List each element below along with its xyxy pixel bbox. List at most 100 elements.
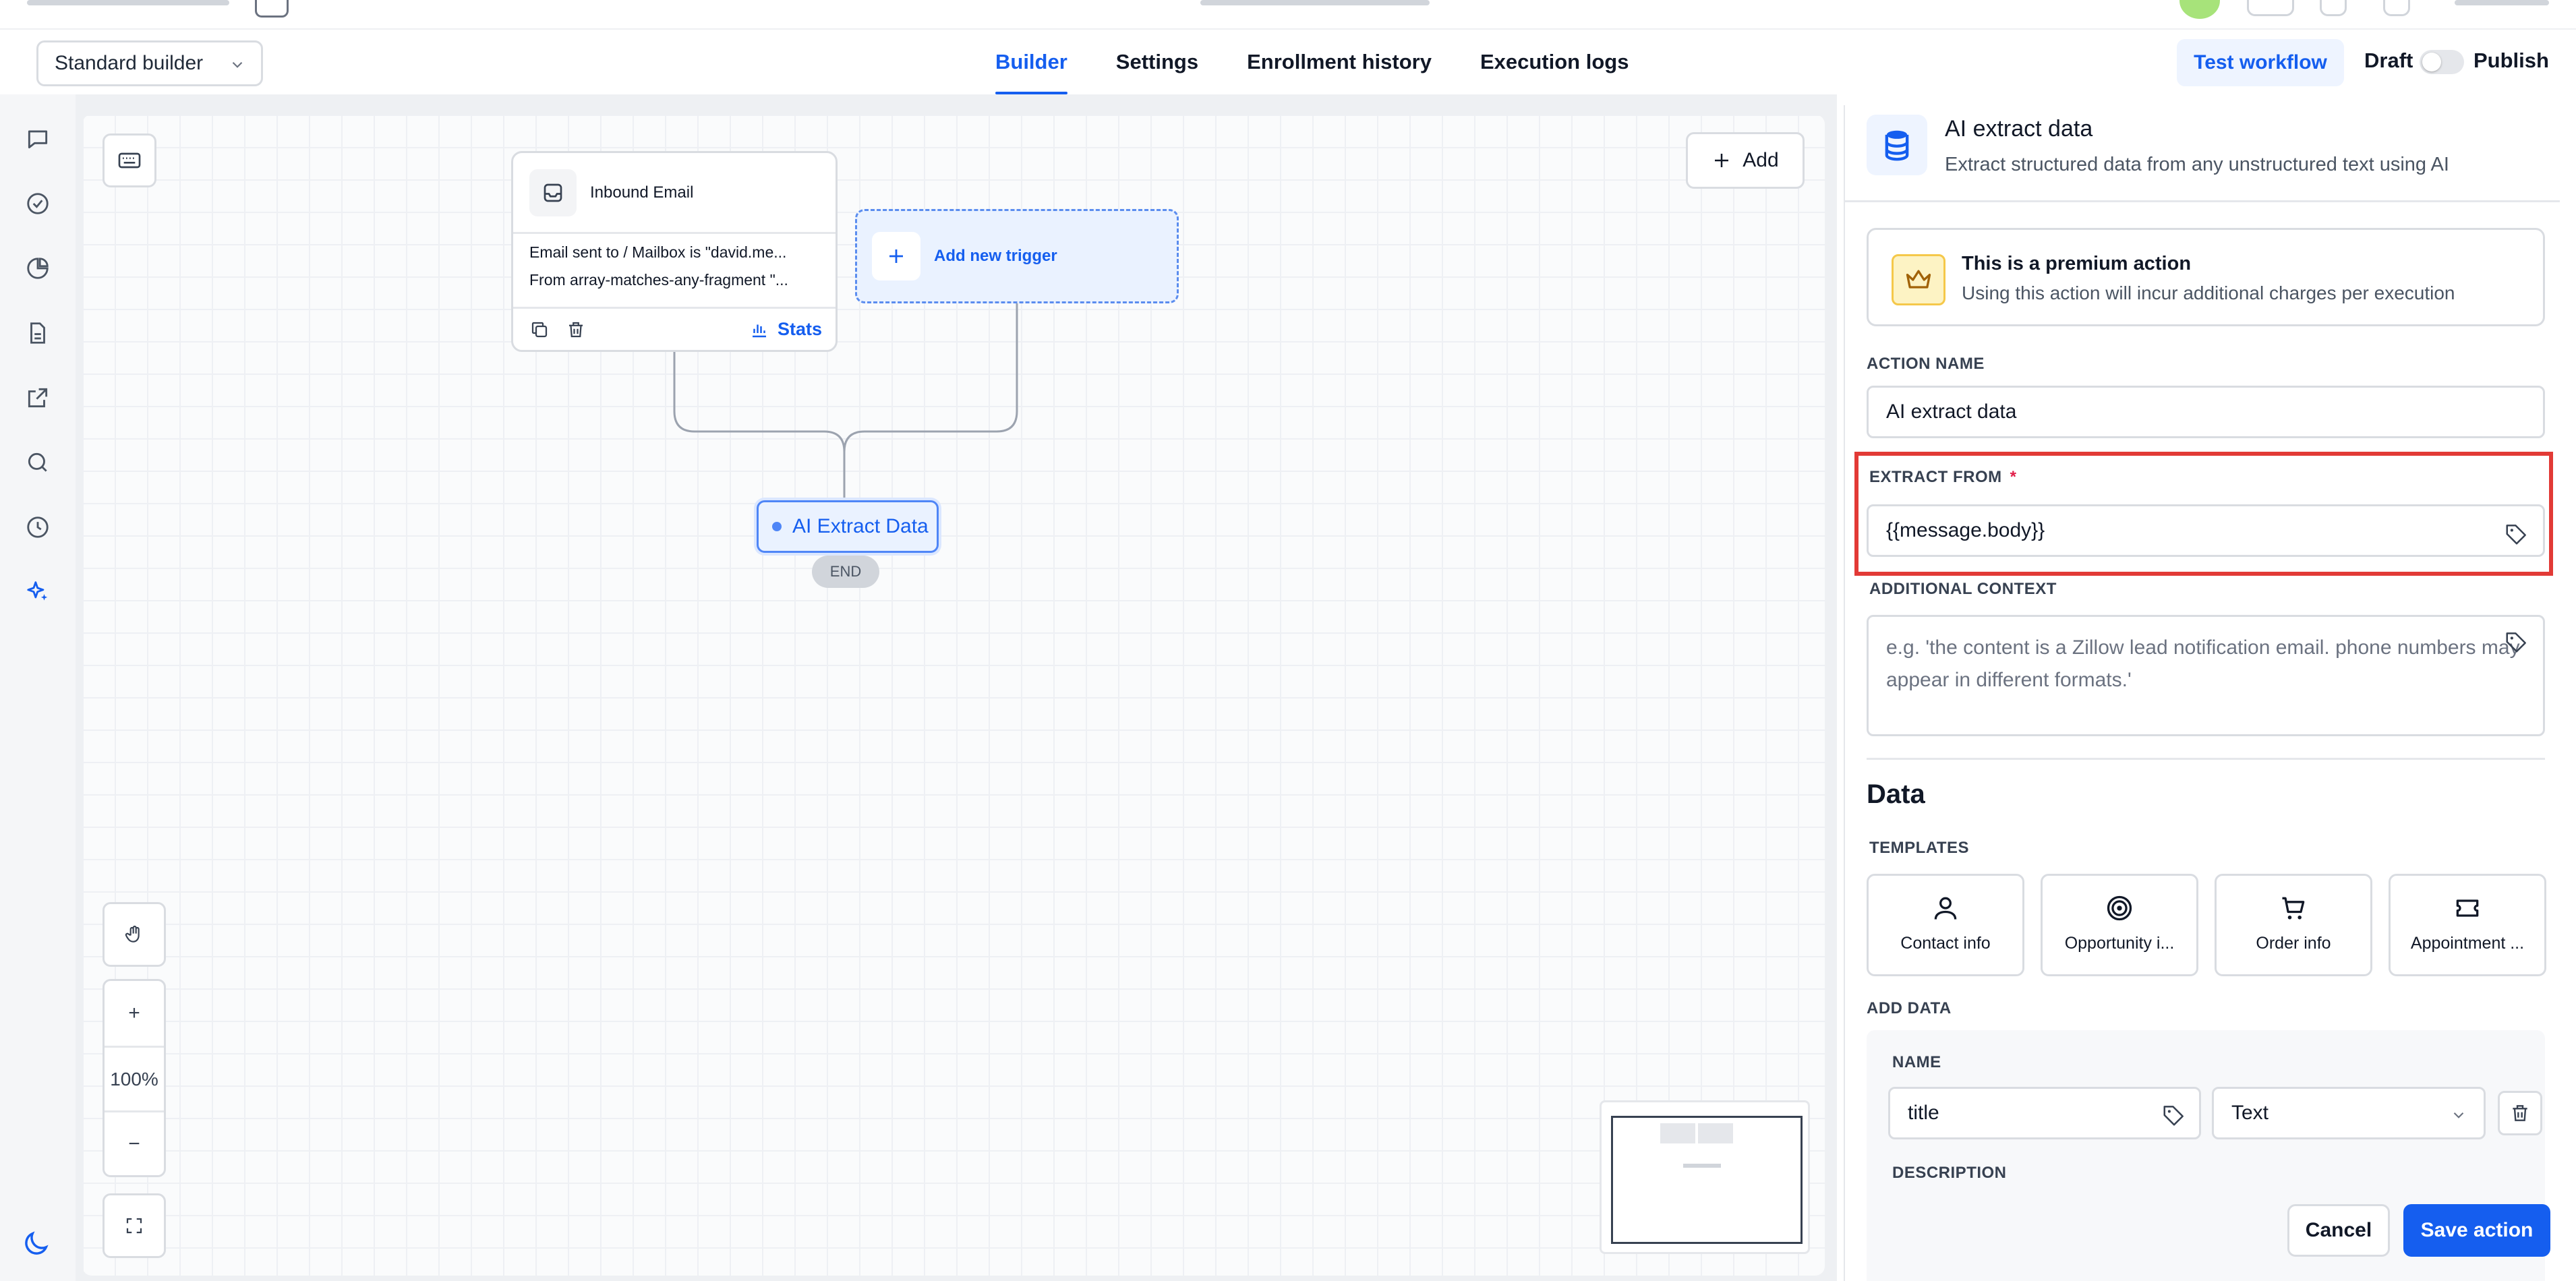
minimap-node [1683, 1164, 1721, 1168]
trash-icon[interactable] [566, 320, 586, 340]
publish-label: Publish [2473, 49, 2549, 72]
zoom-out-button[interactable]: − [105, 1110, 164, 1175]
builder-mode-value: Standard builder [55, 52, 204, 74]
builder-mode-select[interactable]: Standard builder [36, 40, 263, 86]
chevron-down-icon [232, 61, 243, 68]
test-workflow-button[interactable]: Test workflow [2177, 39, 2344, 86]
add-node-button[interactable]: Add [1686, 132, 1805, 189]
add-node-label: Add [1743, 149, 1779, 171]
redo-icon[interactable] [2383, 0, 2410, 16]
pie-chart-icon[interactable] [23, 254, 53, 283]
share-icon[interactable] [2247, 0, 2294, 16]
node-status-dot [772, 522, 782, 531]
tag-icon[interactable] [2504, 629, 2529, 655]
search-icon[interactable] [23, 448, 53, 477]
dark-mode-moon-icon[interactable] [20, 1228, 51, 1263]
additional-context-textarea[interactable]: e.g. 'the content is a Zillow lead notif… [1867, 615, 2545, 736]
avatar[interactable] [2179, 0, 2220, 19]
undo-icon[interactable] [2320, 0, 2347, 16]
action-node-label: AI Extract Data [792, 515, 929, 537]
template-appointment-info[interactable]: Appointment ... [2389, 874, 2546, 976]
trigger-condition-line: Email sent to / Mailbox is "david.me... [529, 243, 787, 261]
minimap-node [1660, 1123, 1695, 1143]
template-label: Opportunity i... [2064, 934, 2175, 953]
tag-icon[interactable] [2161, 1102, 2187, 1128]
fit-view-icon[interactable] [105, 1195, 164, 1256]
end-marker: END [812, 556, 879, 588]
layout-icon[interactable] [255, 0, 289, 18]
ticket-icon [2456, 899, 2479, 917]
chevron-down-icon [2453, 1112, 2464, 1119]
tab-execution-logs[interactable]: Execution logs [1456, 30, 1653, 94]
additional-context-placeholder: e.g. 'the content is a Zillow lead notif… [1886, 636, 2520, 691]
workflow-title[interactable] [1200, 0, 1430, 5]
template-label: Contact info [1900, 934, 1991, 953]
tab-builder[interactable]: Builder [971, 30, 1092, 94]
section-divider [1867, 758, 2545, 760]
cancel-button[interactable]: Cancel [2287, 1204, 2390, 1257]
field-type-select[interactable]: Text [2212, 1087, 2486, 1139]
trigger-card-header: Inbound Email [513, 153, 836, 234]
database-icon [1867, 115, 1927, 175]
tab-enrollment-history[interactable]: Enrollment history [1223, 30, 1456, 94]
stats-button[interactable]: Stats [749, 319, 822, 340]
saved-status [2455, 0, 2549, 5]
zoom-controls: + 100% − [103, 979, 166, 1177]
zoom-level: 100% [105, 1046, 164, 1110]
hand-pan-icon[interactable] [105, 904, 164, 965]
document-icon[interactable] [23, 318, 53, 348]
premium-subtitle: Using this action will incur additional … [1962, 282, 2455, 303]
trigger-title: Inbound Email [590, 183, 694, 202]
template-order-info[interactable]: Order info [2215, 874, 2372, 976]
external-link-icon[interactable] [23, 383, 53, 413]
fit-view-group [103, 1193, 166, 1258]
tab-settings[interactable]: Settings [1092, 30, 1223, 94]
add-new-trigger-button[interactable]: Add new trigger [855, 209, 1179, 303]
stats-label: Stats [777, 319, 822, 339]
inbox-icon [529, 169, 577, 216]
delete-field-button[interactable] [2498, 1091, 2542, 1135]
template-opportunity-info[interactable]: Opportunity i... [2041, 874, 2198, 976]
template-label: Order info [2256, 934, 2331, 953]
highlight-box [1854, 452, 2553, 576]
action-name-value: AI extract data [1886, 400, 2017, 423]
crown-icon [1892, 254, 1945, 305]
ai-extract-data-node[interactable]: AI Extract Data [757, 500, 939, 553]
action-config-panel: AI extract data Extract structured data … [1844, 105, 2560, 1281]
top-app-bar [0, 0, 2576, 30]
copy-icon[interactable] [529, 320, 550, 340]
inbound-email-trigger-card[interactable]: Inbound Email Email sent to / Mailbox is… [511, 151, 838, 352]
premium-action-notice: This is a premium action Using this acti… [1867, 228, 2545, 326]
chat-icon[interactable] [23, 124, 53, 154]
trash-icon [2513, 1105, 2527, 1121]
check-circle-icon[interactable] [23, 189, 53, 218]
workflow-canvas[interactable]: Add Inbound Email Email sent to / Mailbo… [82, 115, 1825, 1276]
template-contact-info[interactable]: Contact info [1867, 874, 2024, 976]
templates-label: TEMPLATES [1869, 839, 1970, 857]
pan-tool-group [103, 902, 166, 967]
action-name-input[interactable]: AI extract data [1867, 386, 2545, 438]
publish-toggle[interactable] [2420, 50, 2464, 74]
field-name-value: title [1908, 1102, 1939, 1124]
add-data-label: ADD DATA [1867, 999, 1952, 1017]
data-section-title: Data [1867, 779, 1925, 809]
ai-sparkle-icon[interactable] [23, 577, 53, 607]
save-action-button[interactable]: Save action [2403, 1204, 2550, 1257]
minimap-node [1698, 1123, 1733, 1143]
plus-icon [872, 232, 920, 280]
field-type-value: Text [2231, 1102, 2269, 1124]
panel-header: AI extract data Extract structured data … [1845, 105, 2560, 202]
keyboard-icon [118, 152, 141, 169]
action-name-label: ACTION NAME [1867, 355, 1985, 373]
builder-header: Standard builder Builder Settings Enroll… [0, 30, 2576, 94]
history-icon[interactable] [23, 512, 53, 542]
panel-title: AI extract data [1945, 116, 2093, 142]
minimap-viewport[interactable] [1611, 1116, 1803, 1244]
back-navigation[interactable] [27, 0, 229, 5]
field-name-input[interactable]: title [1888, 1087, 2201, 1139]
keyboard-shortcuts-button[interactable] [103, 133, 156, 187]
field-description-label: DESCRIPTION [1892, 1164, 2007, 1182]
minimap[interactable] [1600, 1100, 1810, 1254]
zoom-in-button[interactable]: + [105, 981, 164, 1046]
panel-subtitle: Extract structured data from any unstruc… [1945, 154, 2449, 175]
